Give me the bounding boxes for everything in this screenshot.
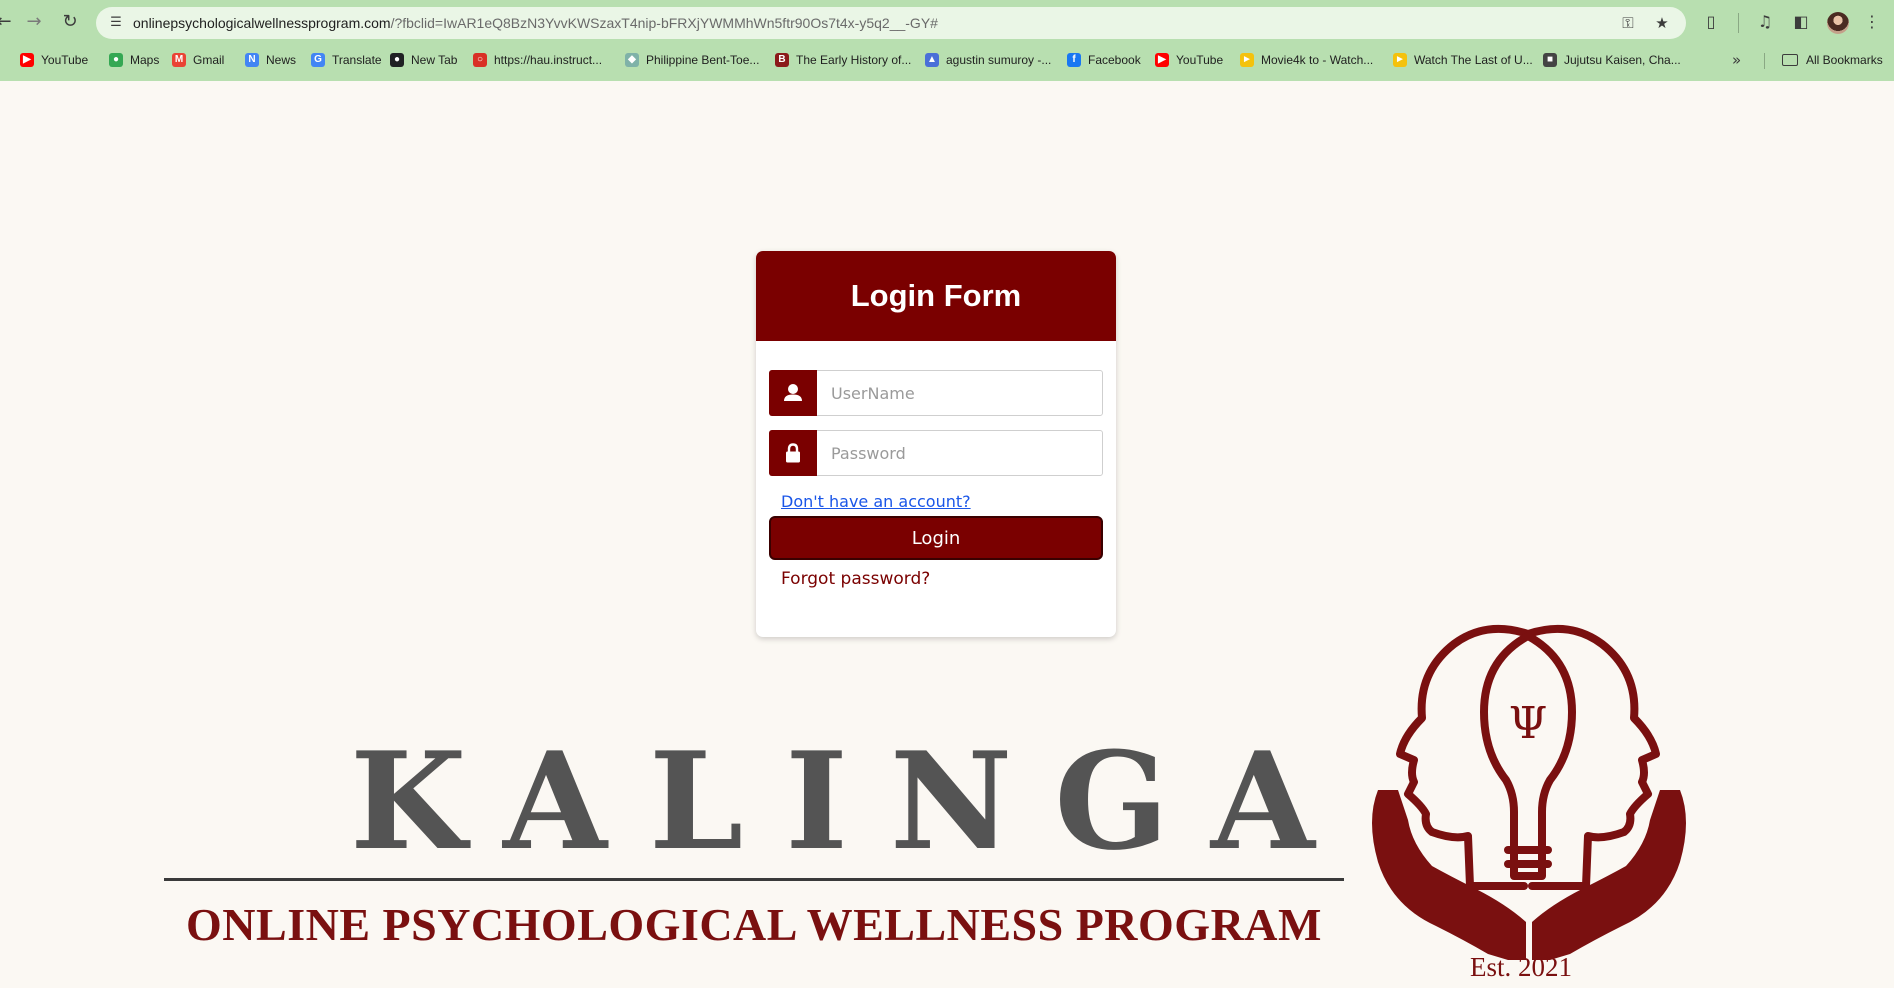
password-key-icon[interactable]: ⚿	[1618, 13, 1638, 33]
bookmarks-overflow-icon[interactable]: »	[1732, 50, 1741, 70]
bookmark-label: New Tab	[411, 53, 458, 67]
maps-icon: ●	[109, 53, 123, 67]
bookmark-label: Facebook	[1088, 53, 1141, 67]
signup-link[interactable]: Don't have an account?	[781, 492, 971, 511]
loading-icon: ○	[473, 53, 487, 67]
brand-name: KALINGA	[350, 722, 1357, 880]
facebook-icon: f	[1067, 53, 1081, 67]
youtube-icon: ▶	[20, 53, 34, 67]
all-bookmarks-button[interactable]: All Bookmarks	[1782, 50, 1883, 70]
extensions-icon[interactable]: ▯	[1700, 11, 1722, 33]
bookmark-label: YouTube	[1176, 53, 1224, 67]
svg-text:Ψ: Ψ	[1509, 698, 1548, 749]
bookmark-item[interactable]: ◆ Philippine Bent-Toe...	[625, 50, 759, 70]
bookmark-item[interactable]: ● Maps	[109, 50, 159, 70]
bookmark-label: Watch The Last of U...	[1414, 53, 1533, 67]
news-icon: N	[245, 53, 259, 67]
login-button[interactable]: Login	[769, 516, 1103, 560]
menu-kebab-icon[interactable]: ⋮	[1861, 11, 1883, 33]
bookmark-star-icon[interactable]: ★	[1652, 13, 1672, 33]
address-bar[interactable]: ☰ onlinepsychologicalwellnessprogram.com…	[96, 7, 1686, 39]
side-panel-icon[interactable]: ◧	[1790, 11, 1812, 33]
bookmark-item[interactable]: ▲ agustin sumuroy -...	[925, 50, 1051, 70]
translate-icon: G	[311, 53, 325, 67]
anime-icon: ■	[1543, 53, 1557, 67]
forward-icon[interactable]: →	[22, 10, 46, 34]
bookmark-label: agustin sumuroy -...	[946, 53, 1052, 67]
bookmark-label: Gmail	[193, 53, 225, 67]
url-text[interactable]: onlinepsychologicalwellnessprogram.com/?…	[133, 15, 938, 31]
bookmark-label: Movie4k to - Watch...	[1261, 53, 1374, 67]
lock-icon	[769, 430, 817, 476]
username-field[interactable]	[769, 370, 1103, 416]
password-field[interactable]	[769, 430, 1103, 476]
url-path: /?fbclid=IwAR1eQ8BzN3YvvKWSzaxT4nip-bFRX…	[390, 15, 938, 31]
academia-icon: ▲	[925, 53, 939, 67]
brand-established: Est. 2021	[1470, 952, 1573, 982]
bookmark-item[interactable]: ► Movie4k to - Watch...	[1240, 50, 1373, 70]
folder-icon	[1782, 54, 1798, 66]
brand-divider	[164, 878, 1344, 881]
bookmark-label: Translate	[332, 53, 382, 67]
bookmark-item[interactable]: ■ Jujutsu Kaisen, Cha...	[1543, 50, 1681, 70]
bookmark-item[interactable]: G Translate	[311, 50, 382, 70]
gmail-icon: M	[172, 53, 186, 67]
bookmark-item[interactable]: ▶ YouTube	[20, 50, 88, 70]
url-host: onlinepsychologicalwellnessprogram.com	[133, 15, 391, 31]
bookmark-item[interactable]: M Gmail	[172, 50, 224, 70]
globe-icon: ●	[390, 53, 404, 67]
book-icon: B	[775, 53, 789, 67]
user-icon	[769, 370, 817, 416]
bookmark-label: Philippine Bent-Toe...	[646, 53, 760, 67]
bookmark-item[interactable]: ● New Tab	[390, 50, 457, 70]
bookmark-label: YouTube	[41, 53, 89, 67]
site-info-icon[interactable]: ☰	[106, 13, 126, 33]
reload-icon[interactable]: ↻	[58, 10, 82, 34]
bookmark-label: Jujutsu Kaisen, Cha...	[1564, 53, 1681, 67]
password-input[interactable]	[818, 431, 1102, 475]
bookmark-item[interactable]: N News	[245, 50, 296, 70]
bookmark-label: https://hau.instruct...	[494, 53, 603, 67]
bookmark-label: News	[266, 53, 297, 67]
bookmarks-divider	[1764, 53, 1765, 69]
bookmark-item[interactable]: B The Early History of...	[775, 50, 911, 70]
back-icon[interactable]: ←	[0, 10, 16, 34]
bookmark-item[interactable]: ▶ YouTube	[1155, 50, 1223, 70]
all-bookmarks-label: All Bookmarks	[1806, 53, 1883, 67]
login-card: Login Form Don't have an account? Login …	[756, 251, 1116, 637]
brand-logo: Ψ	[1372, 624, 1686, 960]
media-queue-icon[interactable]: ♫	[1754, 11, 1776, 33]
browser-toolbar: ← → ↻ ☰ onlinepsychologicalwellnessprogr…	[0, 0, 1894, 46]
gecko-icon: ◆	[625, 53, 639, 67]
bookmark-item[interactable]: f Facebook	[1067, 50, 1141, 70]
browser-chrome: ← → ↻ ☰ onlinepsychologicalwellnessprogr…	[0, 0, 1894, 81]
forgot-password-link[interactable]: Forgot password?	[781, 569, 930, 589]
bookmark-item[interactable]: ○ https://hau.instruct...	[473, 50, 602, 70]
movie-icon: ►	[1240, 53, 1254, 67]
profile-avatar[interactable]	[1827, 12, 1849, 34]
brand-tagline: ONLINE PSYCHOLOGICAL WELLNESS PROGRAM	[186, 899, 1322, 950]
bookmark-item[interactable]: ► Watch The Last of U...	[1393, 50, 1533, 70]
youtube-icon: ▶	[1155, 53, 1169, 67]
login-title: Login Form	[756, 251, 1116, 341]
toolbar-divider	[1738, 13, 1739, 33]
bookmarks-bar: ▶ YouTube ● Maps M Gmail N News G Translate ● New T…	[0, 46, 1894, 74]
movie-icon: ►	[1393, 53, 1407, 67]
bookmark-label: The Early History of...	[796, 53, 912, 67]
bookmark-label: Maps	[130, 53, 160, 67]
username-input[interactable]	[818, 371, 1102, 415]
